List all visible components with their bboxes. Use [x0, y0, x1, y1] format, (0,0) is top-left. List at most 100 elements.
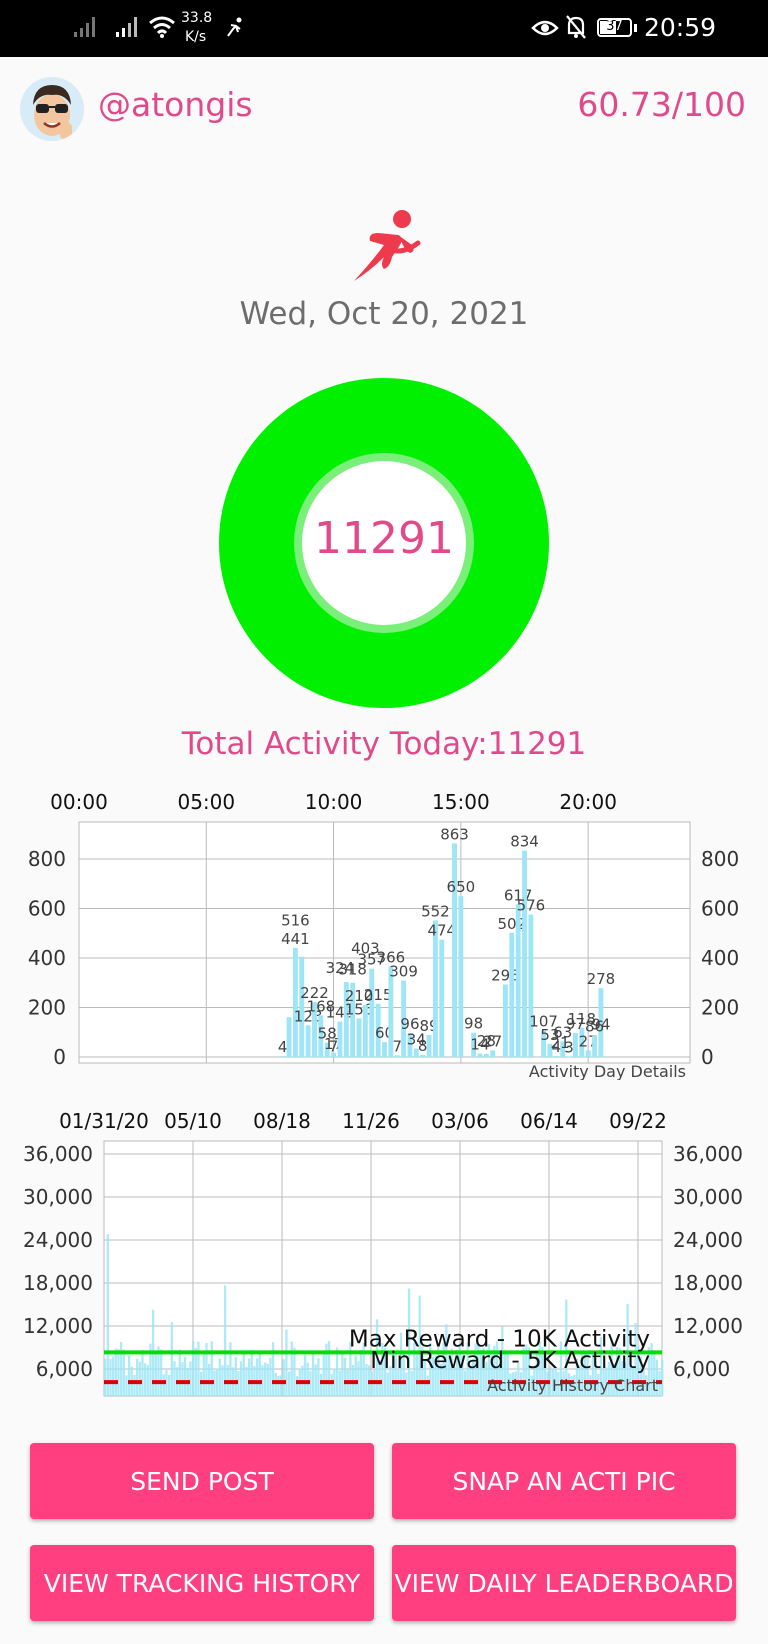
history-bar — [661, 1360, 664, 1396]
history-bar — [357, 1361, 360, 1396]
history-bar — [191, 1341, 195, 1396]
history-bar — [183, 1356, 187, 1396]
data-label: 474 — [427, 922, 456, 940]
tick-label-right: 600 — [701, 897, 739, 921]
history-bar — [207, 1363, 211, 1396]
signal-icon-2 — [116, 17, 137, 37]
history-bar — [293, 1347, 296, 1396]
history-bar — [285, 1329, 288, 1396]
view-tracking-history-button[interactable]: VIEW TRACKING HISTORY — [30, 1545, 374, 1621]
battery-icon: 37 — [597, 18, 632, 37]
ring-value: 11291 — [314, 513, 454, 564]
history-bar — [338, 1370, 341, 1396]
data-label: 21 — [551, 1034, 570, 1052]
x-tick-label: 20:00 — [559, 790, 617, 814]
history-bar — [311, 1351, 315, 1396]
history-bar — [122, 1349, 125, 1396]
activity-bar — [573, 1032, 578, 1057]
history-bar — [271, 1342, 275, 1396]
activity-bar — [522, 850, 527, 1057]
activity-bar — [477, 1053, 483, 1057]
snap-pic-button[interactable]: SNAP AN ACTI PIC — [392, 1443, 736, 1519]
tick-label-right: 200 — [701, 996, 739, 1020]
runner-notification-icon — [227, 17, 242, 37]
runner-icon — [354, 210, 421, 281]
history-bar — [170, 1322, 173, 1396]
x-tick-label: 01/31/20 — [59, 1109, 149, 1133]
history-bar — [405, 1372, 408, 1396]
tick-label-left: 6,000 — [36, 1357, 93, 1381]
activity-bar — [420, 1055, 426, 1057]
history-bar — [330, 1374, 333, 1396]
tick-label-right: 18,000 — [673, 1271, 743, 1295]
history-bar — [111, 1356, 115, 1396]
activity-bar — [483, 1054, 489, 1057]
activity-bar — [280, 1056, 286, 1058]
activity-bar — [426, 1034, 432, 1057]
tick-label-left: 0 — [53, 1045, 66, 1069]
history-bar — [365, 1363, 368, 1396]
history-chart-svg: 6,000 6,000 12,000 12,000 18,000 18,000 24,000… — [23, 1109, 743, 1397]
battery-tip — [634, 24, 637, 32]
data-label: 502 — [497, 915, 526, 933]
view-daily-leaderboard-button[interactable]: VIEW DAILY LEADERBOARD — [392, 1545, 736, 1621]
tick-label-right: 400 — [701, 946, 739, 970]
activity-bar — [509, 932, 515, 1057]
history-bar — [197, 1341, 200, 1396]
history-bar — [386, 1372, 389, 1396]
history-bar — [322, 1350, 325, 1396]
data-label: 650 — [447, 878, 476, 896]
score: 60.73/100 — [577, 85, 746, 124]
activity-bar — [592, 1035, 597, 1057]
activity-bar — [305, 1025, 311, 1057]
history-bar — [245, 1367, 248, 1396]
username[interactable]: @atongis — [98, 85, 253, 124]
data-label: 7 — [392, 1037, 402, 1055]
x-tick-label: 09/22 — [609, 1109, 667, 1133]
activity-bar — [585, 1050, 591, 1057]
history-bar — [250, 1350, 253, 1396]
data-label: 516 — [281, 911, 310, 929]
total-activity-today: Total Activity Today:11291 — [181, 726, 587, 762]
history-bar — [287, 1371, 291, 1396]
activity-bar — [382, 1042, 387, 1057]
history-bar — [410, 1370, 413, 1396]
history-bar — [295, 1376, 299, 1396]
data-label: 441 — [281, 930, 310, 948]
history-bar — [306, 1362, 309, 1396]
x-tick-label: 05/10 — [164, 1109, 222, 1133]
status-bar: 33.8 K/s 37 20:59 — [0, 0, 768, 57]
tick-label-left: 400 — [28, 946, 66, 970]
battery-level: 37 — [606, 19, 623, 34]
activity-bar — [292, 947, 298, 1057]
data-label: 552 — [421, 902, 450, 920]
history-bar — [178, 1349, 181, 1396]
data-label: 8 — [418, 1037, 428, 1055]
history-bar — [143, 1363, 147, 1396]
history-bar — [181, 1362, 184, 1396]
x-tick-label: 05:00 — [177, 790, 235, 814]
tick-label-left: 600 — [28, 897, 66, 921]
history-bar — [127, 1355, 131, 1396]
tick-label-left: 800 — [28, 847, 66, 871]
history-bar — [194, 1347, 197, 1396]
x-tick-label: 03/06 — [431, 1109, 489, 1133]
x-tick-label: 00:00 — [50, 790, 108, 814]
history-bar — [138, 1361, 141, 1396]
history-bar — [159, 1349, 163, 1396]
activity-bar — [458, 896, 464, 1057]
network-speed-unit: K/s — [185, 29, 207, 45]
history-bar — [263, 1362, 267, 1396]
history-bar — [317, 1358, 320, 1396]
history-bar — [354, 1355, 357, 1396]
history-bar — [255, 1358, 259, 1396]
history-bar — [125, 1375, 128, 1396]
history-bar — [242, 1352, 245, 1396]
send-post-button[interactable]: SEND POST — [30, 1443, 374, 1519]
activity-bar — [356, 1018, 362, 1057]
avatar[interactable] — [20, 77, 84, 141]
history-bar — [341, 1353, 344, 1396]
network-speed-value: 33.8 — [181, 10, 213, 26]
history-bar — [109, 1358, 112, 1396]
data-label: 210 — [345, 987, 374, 1005]
